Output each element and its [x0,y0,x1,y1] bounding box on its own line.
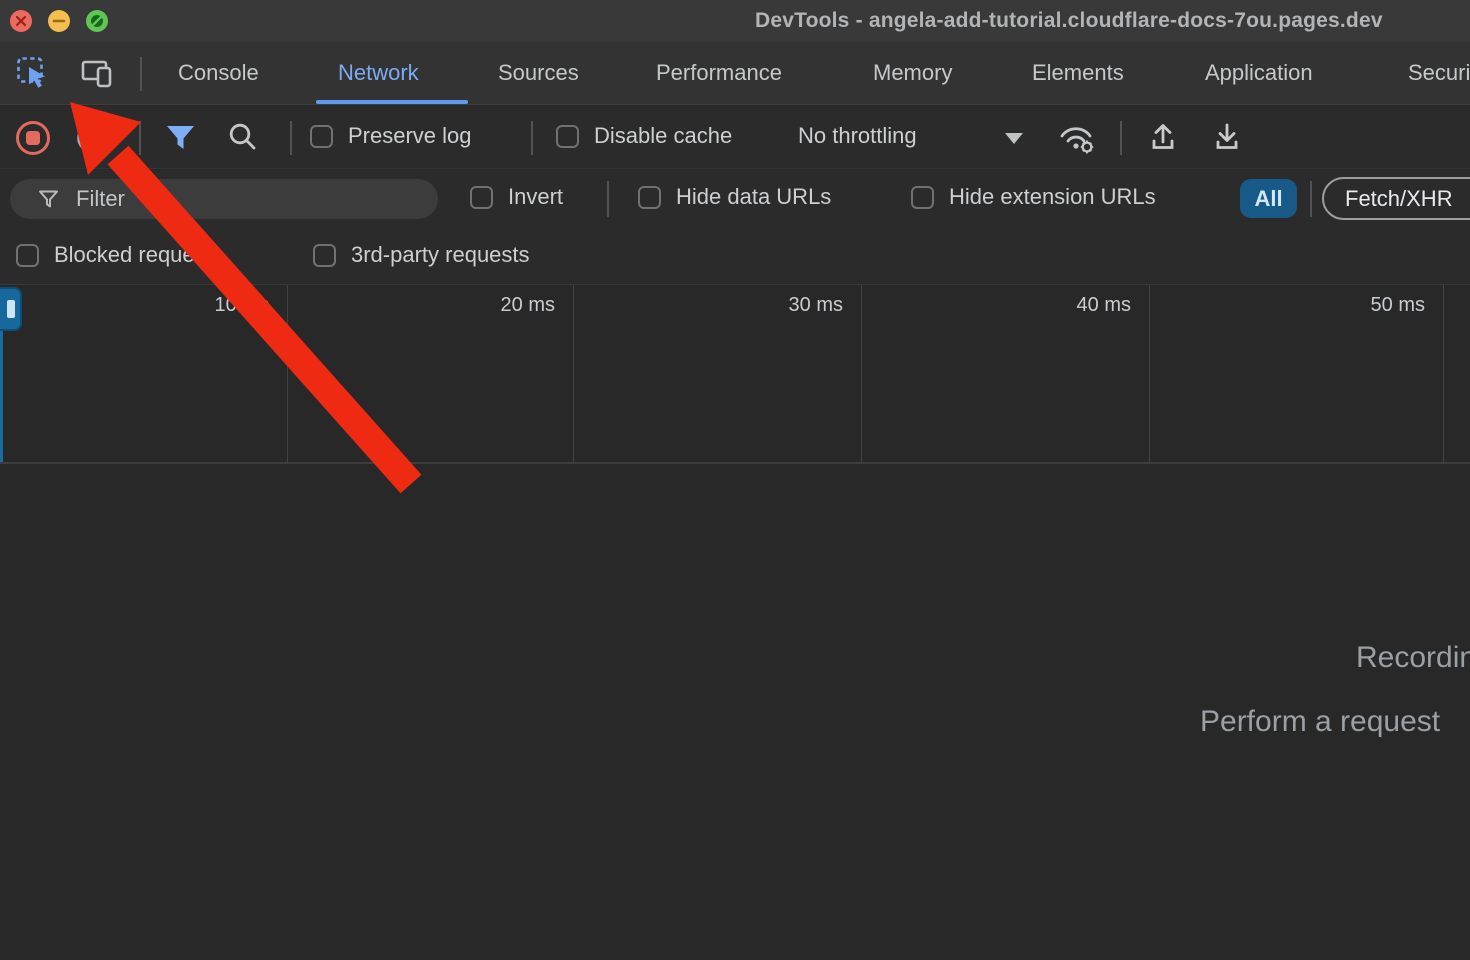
network-conditions-icon [1057,119,1099,157]
blocked-requests-label: Blocked requests [54,242,223,268]
filter-chip-fetch-xhr[interactable]: Fetch/XHR [1322,177,1470,220]
invert-label: Invert [508,184,563,210]
inspect-element-button[interactable] [16,56,52,92]
request-filters-bar: Blocked requests 3rd-party requests [0,228,1470,285]
timeline-gridline [287,285,288,464]
tab-elements[interactable]: Elements [1032,42,1124,104]
toolbar-separator [1120,121,1122,155]
window-title: DevTools - angela-add-tutorial.cloudflar… [755,9,1383,33]
title-bar: DevTools - angela-add-tutorial.cloudflar… [0,0,1470,42]
timeline-gridline [861,285,862,464]
hide-data-urls-label: Hide data URLs [676,184,831,210]
filter-funnel-icon [163,120,199,156]
devtools-window: DevTools - angela-add-tutorial.cloudflar… [0,0,1470,960]
tabbar-separator [140,57,142,91]
close-icon [10,10,32,32]
toolbar-separator [139,121,141,155]
tab-application[interactable]: Application [1205,42,1313,104]
search-button[interactable] [226,120,262,156]
close-button[interactable] [10,10,32,32]
tab-performance[interactable]: Performance [656,42,782,104]
timeline-tick-label: 30 ms [753,294,843,317]
import-har-button[interactable] [1146,120,1182,156]
toolbar-separator [531,121,533,155]
record-stop-button[interactable] [14,119,50,155]
third-party-requests-label: 3rd-party requests [351,242,530,268]
preserve-log-checkbox[interactable] [310,125,333,148]
empty-state-hint-text: Perform a request [1200,705,1440,739]
export-har-button[interactable] [1210,120,1246,156]
throttling-select[interactable]: No throttling [798,123,917,149]
minimize-button[interactable] [48,10,70,32]
inspect-cursor-icon [16,56,52,92]
timeline-gridline [1443,285,1444,464]
network-toolbar: Preserve log Disable cache No throttling [0,106,1470,169]
clear-button[interactable] [74,120,110,156]
record-stop-icon [14,119,52,157]
tab-network[interactable]: Network [338,42,419,104]
fullscreen-icon [86,10,108,32]
filter-separator [607,181,609,217]
empty-state-recording-text: Recording [1356,641,1470,675]
timeline-gridline [1149,285,1150,464]
preserve-log-label: Preserve log [348,123,472,149]
timeline-tick-label: 40 ms [1041,294,1131,317]
third-party-requests-checkbox[interactable] [313,244,336,267]
toolbar-separator [290,121,292,155]
timeline-tick-label: 20 ms [465,294,555,317]
drag-handle-grip [7,300,15,318]
devtools-tabbar: Console Network Sources Performance Memo… [0,42,1470,105]
filter-chip-all[interactable]: All [1240,179,1297,218]
tab-memory[interactable]: Memory [873,42,952,104]
invert-checkbox[interactable] [470,186,493,209]
minimize-icon [48,10,70,32]
timeline-drag-handle[interactable] [0,287,22,331]
filter-input[interactable] [76,183,416,215]
disable-cache-label: Disable cache [594,123,732,149]
clear-icon [74,120,110,156]
timeline-tick-label: 10 ms [179,294,269,317]
download-icon [1210,120,1244,154]
tab-sources[interactable]: Sources [498,42,579,104]
hide-extension-urls-label: Hide extension URLs [949,184,1156,210]
filter-input-pill[interactable] [10,179,438,219]
chevron-down-icon[interactable] [1005,133,1023,144]
zoom-button[interactable] [86,10,108,32]
network-overview-timeline[interactable]: 10 ms 20 ms 30 ms 40 ms 50 ms [0,285,1470,464]
filter-separator [1310,181,1312,217]
blocked-requests-checkbox[interactable] [16,244,39,267]
timeline-selection-edge [0,331,3,462]
filter-toggle-button[interactable] [163,120,199,156]
timeline-gridline [573,285,574,464]
hide-extension-urls-checkbox[interactable] [911,186,934,209]
timeline-tick-label: 50 ms [1335,294,1425,317]
selected-tab-underline [316,100,468,104]
tab-console[interactable]: Console [178,42,259,104]
funnel-icon [38,189,60,211]
disable-cache-checkbox[interactable] [556,125,579,148]
filter-bar: Invert Hide data URLs Hide extension URL… [0,170,1470,228]
search-icon [226,120,262,156]
hide-data-urls-checkbox[interactable] [638,186,661,209]
upload-icon [1146,120,1180,154]
device-toolbar-icon [80,56,116,92]
device-toolbar-button[interactable] [80,56,116,92]
network-conditions-button[interactable] [1057,119,1099,155]
tab-security[interactable]: Security [1408,42,1470,104]
